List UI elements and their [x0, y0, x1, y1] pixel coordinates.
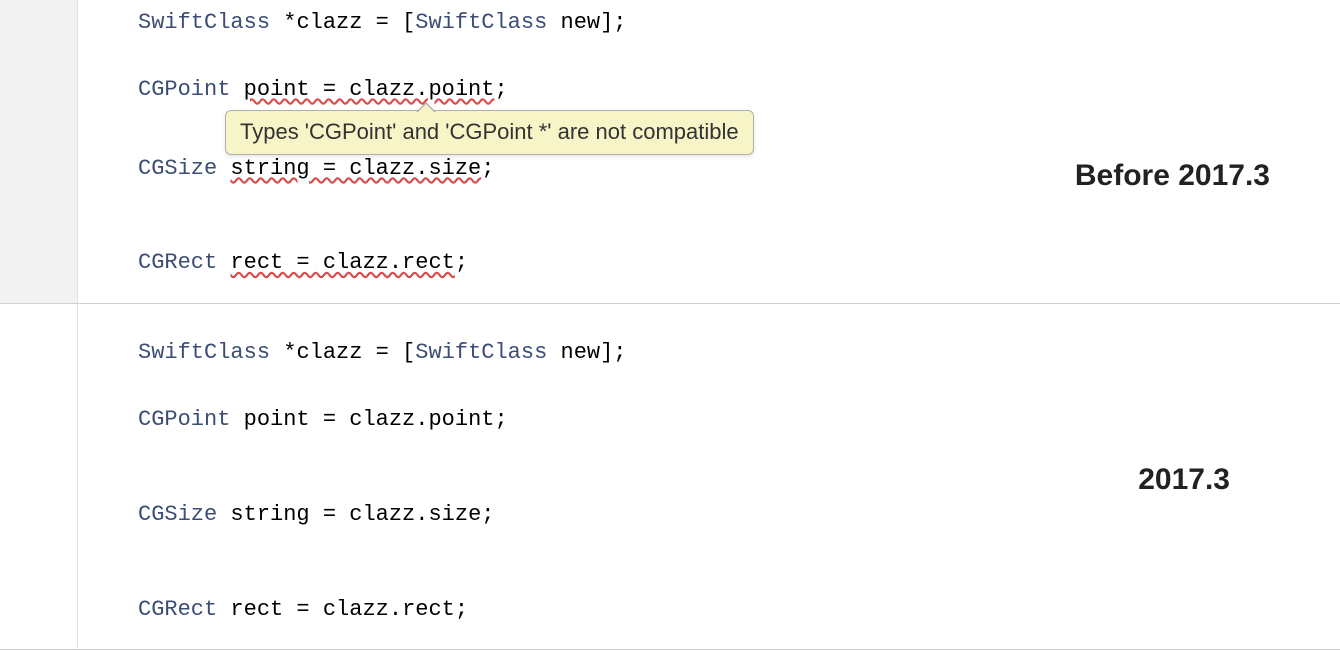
version-label-before: Before 2017.3: [1075, 155, 1270, 197]
op-token: = [: [362, 340, 415, 365]
identifier-token: rect: [217, 597, 283, 622]
op-token: =: [310, 502, 350, 527]
op-token: *: [270, 10, 296, 35]
error-tooltip: Types 'CGPoint' and 'CGPoint *' are not …: [225, 110, 754, 155]
op-token: ;: [494, 77, 507, 102]
op-token: .: [415, 502, 428, 527]
op-token: = [: [362, 10, 415, 35]
code-editor-before[interactable]: SwiftClass *clazz = [SwiftClass new]; CG…: [78, 0, 1340, 303]
error-underline[interactable]: string = clazz.size: [230, 156, 481, 181]
identifier-token: rect: [402, 597, 455, 622]
identifier-token: new: [547, 10, 600, 35]
op-token: *: [270, 340, 296, 365]
editor-gutter: [0, 304, 78, 649]
op-token: ];: [600, 10, 626, 35]
code-line: SwiftClass *clazz = [SwiftClass new];: [78, 4, 1340, 43]
type-token: CGRect: [138, 250, 217, 275]
error-underline[interactable]: rect = clazz.rect: [230, 250, 454, 275]
blank-line: [78, 563, 1340, 591]
op-token: =: [310, 407, 350, 432]
code-line: CGRect rect = clazz.rect;: [78, 591, 1340, 630]
identifier-token: clazz: [323, 597, 389, 622]
blank-line: [78, 43, 1340, 71]
tooltip-text: Types 'CGPoint' and 'CGPoint *' are not …: [240, 119, 739, 144]
type-token: CGPoint: [138, 407, 230, 432]
code-line: CGSize string = clazz.size;: [78, 496, 1340, 535]
type-token: CGPoint: [138, 77, 230, 102]
blank-line: [78, 373, 1340, 401]
identifier-token: point: [230, 407, 309, 432]
op-token: ;: [481, 502, 494, 527]
panel-before: SwiftClass *clazz = [SwiftClass new]; CG…: [0, 0, 1340, 304]
identifier-token: new: [547, 340, 600, 365]
type-token: SwiftClass: [138, 10, 270, 35]
identifier-token: size: [428, 502, 481, 527]
blank-line: [78, 216, 1340, 244]
type-token: CGSize: [138, 156, 217, 181]
code-line: CGPoint point = clazz.point;: [78, 401, 1340, 440]
identifier-token: point: [428, 407, 494, 432]
type-token: SwiftClass: [138, 340, 270, 365]
version-label-after: 2017.3: [1138, 459, 1230, 501]
op-token: .: [415, 407, 428, 432]
identifier-token: clazz: [296, 10, 362, 35]
panel-after: SwiftClass *clazz = [SwiftClass new]; CG…: [0, 304, 1340, 650]
identifier-token: clazz: [349, 407, 415, 432]
identifier-token: clazz: [349, 502, 415, 527]
editor-gutter: [0, 0, 78, 303]
type-token: SwiftClass: [415, 10, 547, 35]
identifier-token: string: [217, 502, 309, 527]
op-token: ;: [481, 156, 494, 181]
blank-line: [78, 535, 1340, 563]
op-token: .: [389, 597, 402, 622]
code-line: CGRect rect = clazz.rect;: [78, 244, 1340, 283]
code-editor-after[interactable]: SwiftClass *clazz = [SwiftClass new]; CG…: [78, 304, 1340, 649]
type-token: CGRect: [138, 597, 217, 622]
op-token: =: [283, 597, 323, 622]
op-token: ;: [455, 597, 468, 622]
code-line: SwiftClass *clazz = [SwiftClass new];: [78, 334, 1340, 373]
type-token: SwiftClass: [415, 340, 547, 365]
error-underline[interactable]: point = clazz.point: [244, 77, 495, 102]
comparison-container: SwiftClass *clazz = [SwiftClass new]; CG…: [0, 0, 1340, 642]
identifier-token: clazz: [296, 340, 362, 365]
op-token: ;: [455, 250, 468, 275]
op-token: ;: [494, 407, 507, 432]
code-line: CGPoint point = clazz.point;: [78, 71, 1340, 110]
type-token: CGSize: [138, 502, 217, 527]
op-token: ];: [600, 340, 626, 365]
